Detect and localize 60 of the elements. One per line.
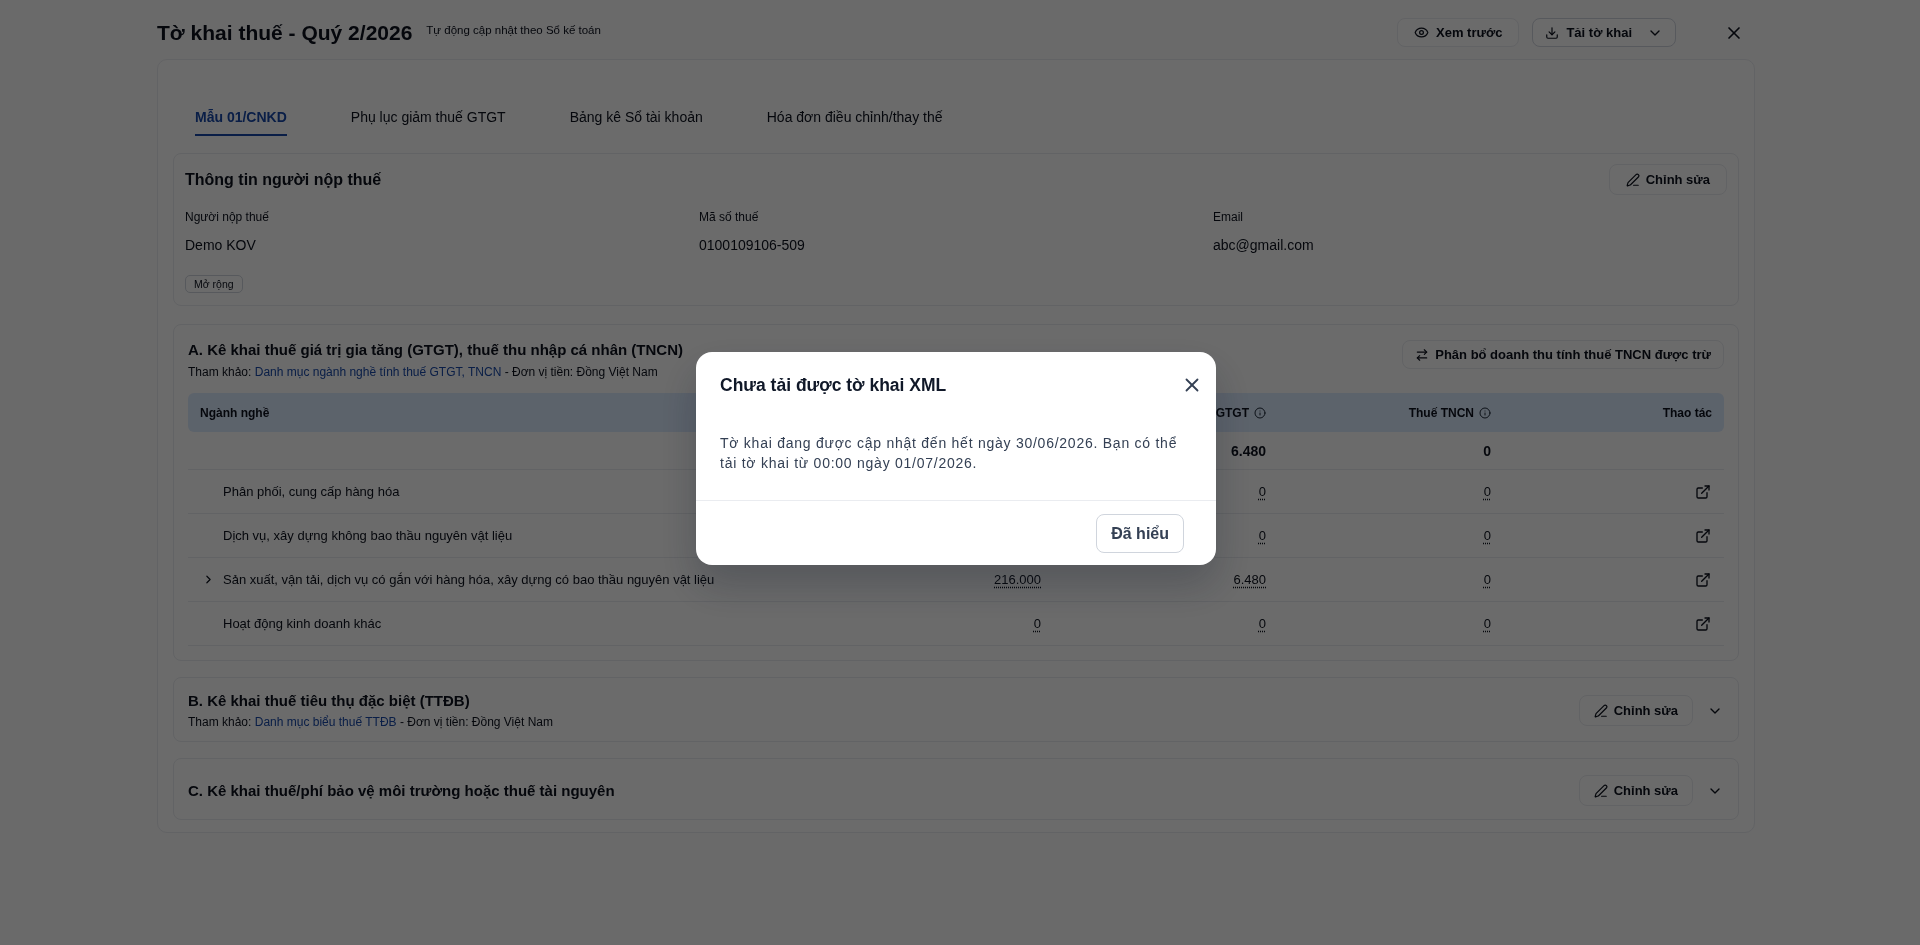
expand-button[interactable]: Mở rộng [185, 275, 243, 293]
edit-button[interactable]: Chỉnh sửa [1608, 164, 1727, 195]
edit-button[interactable]: Chỉnh sửa [1578, 695, 1693, 726]
page-title: Tờ khai thuế - Quý 2/2026 [157, 19, 413, 46]
swap-arrows-icon [1415, 347, 1430, 362]
preview-button[interactable]: Xem trước [1397, 18, 1520, 47]
download-icon [1545, 25, 1560, 40]
confirm-button[interactable]: Đã hiểu [1096, 514, 1184, 553]
section-title: A. Kê khai thuế giá trị gia tăng (GTGT), thuế thu nhập cá nhân (TNCN) [188, 340, 683, 360]
amount-link[interactable]: 0 [1483, 572, 1491, 587]
reference-link[interactable]: Danh mục ngành nghề tính thuế GTGT, TNCN [254, 365, 502, 379]
external-link-icon[interactable] [1695, 615, 1711, 632]
pen-icon [1593, 783, 1608, 798]
external-link-icon[interactable] [1695, 571, 1711, 588]
field-label: Mã số thuế [699, 209, 759, 225]
external-link-icon[interactable] [1695, 483, 1711, 500]
tab[interactable]: Bảng kê Sổ tài khoản [569, 109, 703, 136]
amount-link[interactable]: 0 [1483, 528, 1491, 543]
tab[interactable]: Hóa đơn điều chỉnh/thay thế [766, 109, 943, 136]
reference-link[interactable]: Danh mục biểu thuế TTĐB [254, 715, 397, 729]
column-header: GTGT [1215, 405, 1249, 420]
external-link-icon[interactable] [1695, 527, 1711, 544]
edit-button[interactable]: Chỉnh sửa [1578, 775, 1693, 806]
amount-link[interactable]: 0 [1258, 528, 1266, 543]
industry-name: Phân phối, cung cấp hàng hóa [223, 484, 400, 499]
column-header: Thuế TNCN [1408, 405, 1474, 420]
field-label: Email [1213, 209, 1243, 225]
sync-note: Tự động cập nhật theo Sổ kế toán [426, 23, 601, 36]
amount-link[interactable]: 0 [1483, 484, 1491, 499]
tab[interactable]: Mẫu 01/CNKD [195, 109, 287, 136]
industry-name: Dịch vụ, xây dựng không bao thầu nguyên vật liệu [223, 528, 513, 543]
dialog-title: Chưa tải được tờ khai XML [720, 374, 947, 397]
total-amount: 6.480 [1230, 442, 1266, 459]
amount-link[interactable]: 216.000 [994, 572, 1041, 587]
allocate-button[interactable]: Phân bổ doanh thu tính thuế TNCN được trừ [1402, 340, 1724, 369]
reference-note: Tham khảo: Danh mục ngành nghề tính thuế GTGT, TNCN - Đơn vị tiền: Đồng Việt Nam [188, 364, 658, 380]
section-title: B. Kê khai thuế tiêu thụ đặc biệt (TTĐB) [188, 691, 470, 711]
pen-icon [1593, 703, 1608, 718]
amount-link[interactable]: 0 [1258, 616, 1266, 631]
industry-name: Sản xuất, vận tải, dịch vụ có gắn với hàng hóa, xây dựng có bao thầu nguyên vật liệu [223, 572, 715, 587]
field-value: Demo KOV [185, 236, 256, 255]
eye-icon [1414, 25, 1430, 40]
column-header: Ngành nghề [200, 405, 270, 420]
pen-icon [1625, 172, 1640, 187]
field-value: abc@gmail.com [1213, 236, 1314, 255]
amount-link[interactable]: 6.480 [1233, 572, 1266, 587]
field-value: 0100109106-509 [699, 236, 805, 255]
amount-link[interactable]: 0 [1033, 616, 1041, 631]
amount-link[interactable]: 0 [1483, 616, 1491, 631]
section-title: C. Kê khai thuế/phí bảo vệ môi trường hoặc thuế tài nguyên [188, 780, 615, 801]
amount-link[interactable]: 0 [1258, 484, 1266, 499]
column-header: Thao tác [1662, 405, 1712, 420]
tab[interactable]: Phụ lục giảm thuế GTGT [350, 109, 506, 136]
total-amount: 0 [1483, 442, 1491, 459]
dialog-message: Tờ khai đang được cập nhật đến hết ngày 30/06/2026. Bạn có thể tải tờ khai từ 00:00 ngày 01/07/2026. [719, 434, 1179, 473]
industry-name: Hoạt động kinh doanh khác [223, 616, 382, 631]
reference-note: Tham khảo: Danh mục biểu thuế TTĐB - Đơn vị tiền: Đồng Việt Nam [188, 714, 553, 730]
field-label: Người nộp thuế [185, 209, 269, 225]
download-button[interactable]: Tải tờ khai [1532, 18, 1676, 47]
section-title: Thông tin người nộp thuế [185, 169, 382, 190]
